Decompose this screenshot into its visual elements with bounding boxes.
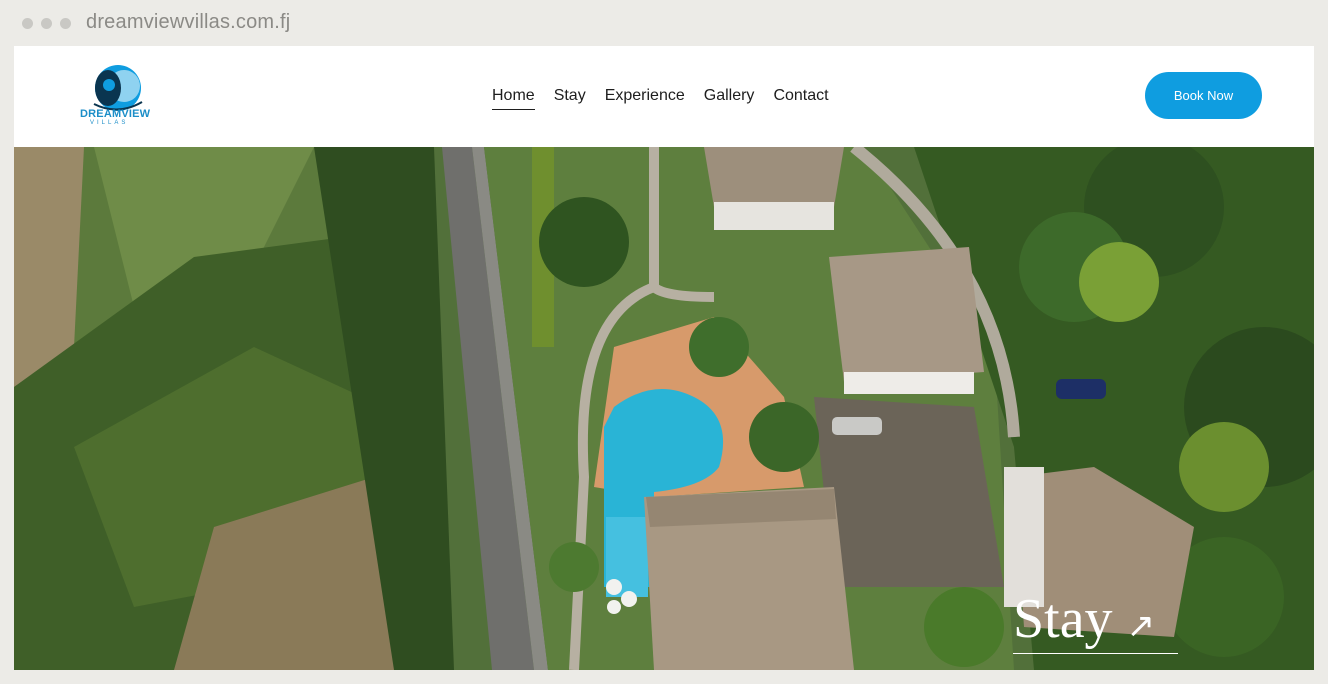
window-controls bbox=[22, 18, 71, 29]
nav-home[interactable]: Home bbox=[492, 86, 535, 110]
book-now-button[interactable]: Book Now bbox=[1145, 72, 1262, 119]
browser-window: DREAMVIEW VILLAS Home Stay Experience Ga… bbox=[14, 46, 1314, 670]
arrow-up-right-icon: ↗ bbox=[1126, 606, 1156, 646]
logo-wordmark: DREAMVIEW bbox=[80, 108, 151, 120]
hero-section: Stay ↗ bbox=[14, 147, 1314, 670]
nav-experience[interactable]: Experience bbox=[605, 86, 685, 110]
site-header: DREAMVIEW VILLAS Home Stay Experience Ga… bbox=[14, 46, 1314, 147]
main-nav: Home Stay Experience Gallery Contact bbox=[492, 86, 829, 110]
minimize-dot[interactable] bbox=[41, 18, 52, 29]
maximize-dot[interactable] bbox=[60, 18, 71, 29]
browser-chrome: dreamviewvillas.com.fj bbox=[0, 0, 1328, 46]
nav-stay[interactable]: Stay bbox=[554, 86, 586, 110]
logo-tagline: VILLAS bbox=[90, 120, 129, 126]
hero-stay-link[interactable]: Stay ↗ bbox=[1013, 591, 1178, 654]
nav-contact[interactable]: Contact bbox=[773, 86, 828, 110]
hero-stay-label: Stay bbox=[1013, 588, 1113, 650]
nav-gallery[interactable]: Gallery bbox=[704, 86, 755, 110]
url-bar[interactable]: dreamviewvillas.com.fj bbox=[86, 11, 290, 34]
close-dot[interactable] bbox=[22, 18, 33, 29]
site-logo[interactable]: DREAMVIEW VILLAS bbox=[66, 64, 176, 132]
